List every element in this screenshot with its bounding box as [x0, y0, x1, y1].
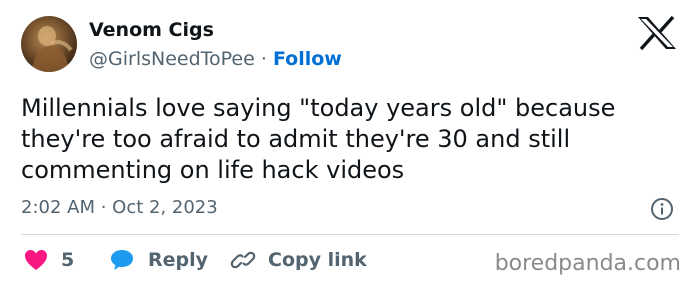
handle-separator: · — [260, 48, 267, 70]
follow-button[interactable]: Follow — [273, 48, 342, 70]
heart-icon — [25, 250, 47, 270]
copy-link-button[interactable]: Copy link — [230, 247, 367, 273]
reply-button[interactable]: Reply — [110, 247, 208, 273]
author-name[interactable]: Venom Cigs — [89, 19, 214, 41]
info-icon[interactable] — [650, 197, 674, 221]
like-count: 5 — [61, 249, 75, 271]
x-logo-icon[interactable] — [637, 16, 677, 50]
reply-label: Reply — [148, 249, 209, 271]
author-handle[interactable]: @GirlsNeedToPee — [89, 48, 255, 70]
avatar[interactable] — [21, 16, 77, 72]
link-icon — [230, 251, 256, 269]
divider — [21, 234, 679, 235]
reply-bubble-icon — [111, 250, 133, 270]
tweet-timestamp[interactable]: 2:02 AM · Oct 2, 2023 — [21, 197, 218, 218]
tweet-text: Millennials love saying "today years old… — [21, 94, 616, 184]
copy-link-label: Copy link — [268, 249, 367, 271]
handle-row: @GirlsNeedToPee · Follow — [89, 48, 342, 70]
like-button[interactable]: 5 — [24, 247, 74, 273]
avatar-painting — [31, 26, 73, 72]
source-watermark: boredpanda.com — [494, 251, 681, 276]
